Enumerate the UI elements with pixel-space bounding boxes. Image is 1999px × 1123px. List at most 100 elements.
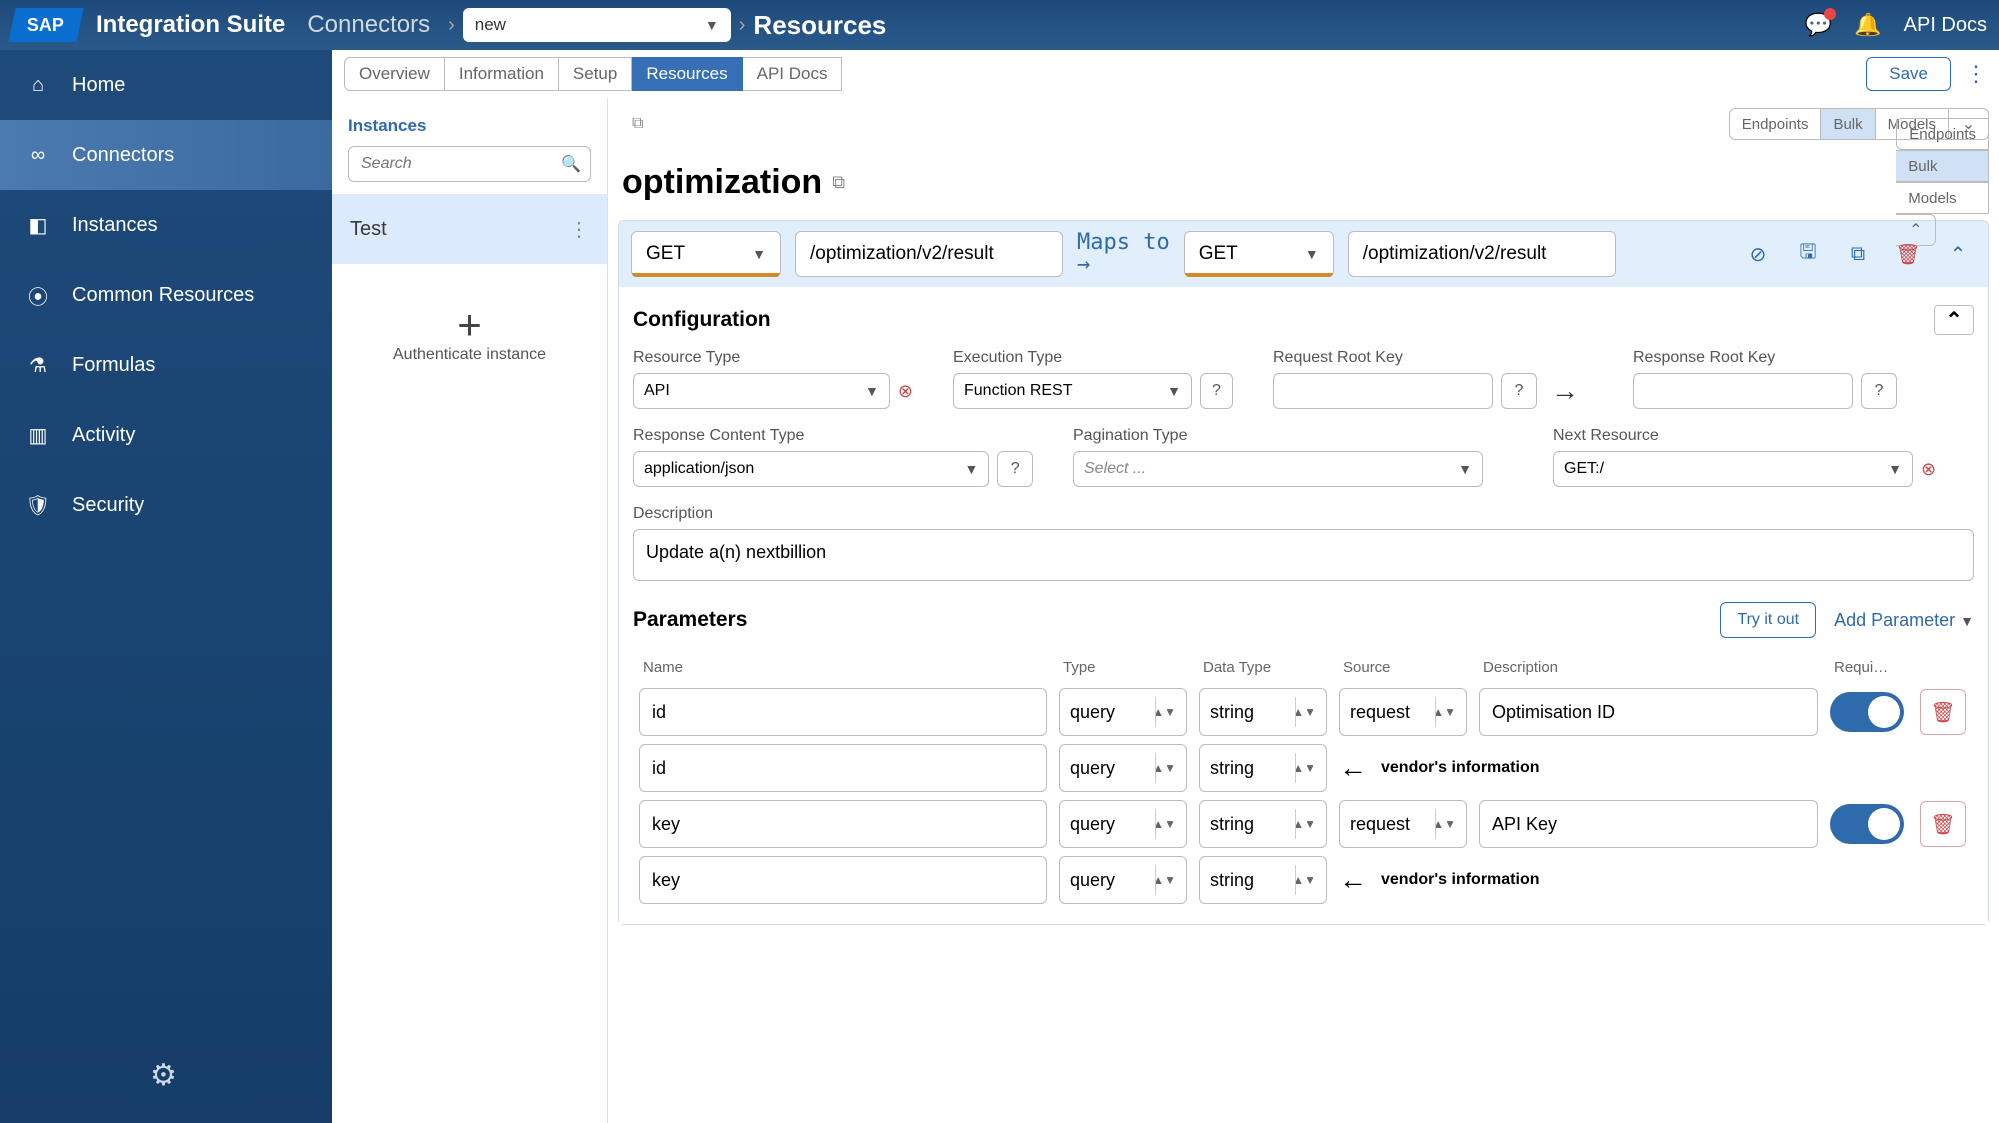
instances-icon: ◧ [22,209,54,241]
sidebar-item-home[interactable]: ⌂Home [0,50,332,120]
input-request-root[interactable] [1273,373,1493,409]
try-it-out-button[interactable]: Try it out [1720,602,1816,638]
tab-setup[interactable]: Setup [559,57,632,91]
pill-endpoints-lower[interactable]: Endpoints [1896,118,1989,150]
copy-endpoint-icon[interactable]: ⧉ [1840,236,1876,272]
help-execution-type-icon[interactable]: ? [1200,373,1233,409]
parameters-header: Parameters Try it out Add Parameter ▼ [633,595,1974,645]
select-pagination[interactable]: Select ...▼ [1073,451,1483,487]
copy-icon[interactable]: ⧉ [632,115,643,133]
pill-bulk-lower[interactable]: Bulk [1896,150,1989,182]
input-response-root[interactable] [1633,373,1853,409]
save-endpoint-icon[interactable]: 🖫 [1790,236,1826,272]
param-row: key query▲▼ string▲▼ request▲▼ API Key 🗑 [633,796,1974,852]
maps-to-label: Maps to→ [1077,232,1170,276]
col-dtype: Data Type [1193,651,1333,684]
add-parameter-button[interactable]: Add Parameter ▼ [1834,610,1974,631]
label-request-root: Request Root Key [1273,349,1593,367]
tab-overview[interactable]: Overview [344,57,445,91]
sidebar-item-security[interactable]: 🛡Security [0,470,332,540]
param-type-select[interactable]: query▲▼ [1059,688,1187,736]
copy-title-icon[interactable]: ⧉ [832,172,845,193]
select-resource-type[interactable]: API▼ [633,373,890,409]
vendor-dtype-select[interactable]: string▲▼ [1199,856,1327,904]
delete-endpoint-icon[interactable]: 🗑 [1890,236,1926,272]
select-next-resource[interactable]: GET:/▼ [1553,451,1913,487]
select-response-content[interactable]: application/json▼ [633,451,989,487]
config-section-head: Configuration ⌃ [633,297,1974,343]
pill-endpoints-upper[interactable]: Endpoints [1729,108,1822,140]
sidebar-item-activity[interactable]: ▥Activity [0,400,332,470]
tab-information[interactable]: Information [445,57,559,91]
tab-apidocs[interactable]: API Docs [743,57,843,91]
main: Overview Information Setup Resources API… [332,50,1999,1123]
param-required-toggle[interactable] [1830,804,1904,844]
group-title: optimization [618,163,822,202]
authenticate-instance-button[interactable]: + Authenticate instance [332,304,607,364]
collapse-endpoint-icon[interactable]: ⌃ [1940,236,1976,272]
crumb-select[interactable]: new ▼ [463,8,731,42]
chat-icon[interactable]: 💬 [1805,12,1832,38]
vendor-dtype-select[interactable]: string▲▼ [1199,744,1327,792]
param-dtype-select[interactable]: string▲▼ [1199,688,1327,736]
vendor-row: id query▲▼ string▲▼ ←vendor's informatio… [633,740,1974,796]
param-desc-input[interactable]: Optimisation ID [1479,688,1818,736]
instance-menu-icon[interactable]: ⋮ [569,217,589,242]
instances-search-input[interactable] [348,146,591,182]
common-resources-icon: ⦿ [22,279,54,311]
formulas-icon: ⚗ [22,349,54,381]
activity-icon: ▥ [22,419,54,451]
col-name: Name [633,651,1053,684]
vendor-type-select[interactable]: query▲▼ [1059,856,1187,904]
config-collapse-button[interactable]: ⌃ [1934,305,1974,335]
vendor-name-input[interactable]: id [639,744,1047,792]
param-delete-button[interactable]: 🗑 [1920,689,1966,735]
crumb-select-value: new [475,15,506,35]
chevron-down-icon: ▼ [965,461,979,477]
endpoint-card: GET▼ /optimization/v2/result Maps to→ GE… [618,220,1989,925]
crumb-connectors[interactable]: Connectors [307,11,430,39]
sidebar-item-common-resources[interactable]: ⦿Common Resources [0,260,332,330]
param-source-select[interactable]: request▲▼ [1339,800,1467,848]
param-dtype-select[interactable]: string▲▼ [1199,800,1327,848]
crumb-resources: Resources [753,10,886,41]
gear-icon[interactable]: ⚙ [150,1058,177,1093]
vendor-type-select[interactable]: query▲▼ [1059,744,1187,792]
tab-resources[interactable]: Resources [632,57,742,91]
instance-item-test[interactable]: Test ⋮ [332,194,607,264]
param-required-toggle[interactable] [1830,692,1904,732]
clear-next-resource-icon[interactable]: ⊗ [1921,459,1936,480]
bell-icon[interactable]: 🔔 [1854,12,1881,38]
param-desc-input[interactable]: API Key [1479,800,1818,848]
sidebar-item-formulas[interactable]: ⚗Formulas [0,330,332,400]
param-name-input[interactable]: key [639,800,1047,848]
right-verb-select[interactable]: GET▼ [1184,231,1334,277]
save-button[interactable]: Save [1866,57,1951,91]
right-path-input[interactable]: /optimization/v2/result [1348,231,1616,277]
help-response-root-icon[interactable]: ? [1861,373,1897,409]
chevron-down-icon: ▼ [705,17,719,33]
pill-bulk-upper[interactable]: Bulk [1821,108,1875,140]
left-verb-select[interactable]: GET▼ [631,231,781,277]
param-name-input[interactable]: id [639,688,1047,736]
vendor-name-input[interactable]: key [639,856,1047,904]
pill-models-lower[interactable]: Models [1896,182,1989,214]
param-delete-button[interactable]: 🗑 [1920,801,1966,847]
param-type-select[interactable]: query▲▼ [1059,800,1187,848]
cancel-endpoint-icon[interactable]: ⊘ [1740,236,1776,272]
connectors-icon: ∞ [22,139,54,171]
arrow-left-icon: ← [1339,864,1367,896]
config-body: Configuration ⌃ Resource Type API▼ ⊗ [619,287,1988,924]
textarea-description[interactable]: Update a(n) nextbillion [633,529,1974,581]
clear-resource-type-icon[interactable]: ⊗ [898,381,913,402]
param-source-select[interactable]: request▲▼ [1339,688,1467,736]
chevron-down-icon: ▼ [865,383,879,399]
more-menu-button[interactable]: ⋮ [1965,61,1987,87]
api-docs-link[interactable]: API Docs [1904,14,1987,37]
help-response-content-icon[interactable]: ? [997,451,1033,487]
sidebar-item-connectors[interactable]: ∞Connectors [0,120,332,190]
sidebar-item-instances[interactable]: ◧Instances [0,190,332,260]
select-execution-type[interactable]: Function REST▼ [953,373,1192,409]
left-path-input[interactable]: /optimization/v2/result [795,231,1063,277]
help-request-root-icon[interactable]: ? [1501,373,1537,409]
